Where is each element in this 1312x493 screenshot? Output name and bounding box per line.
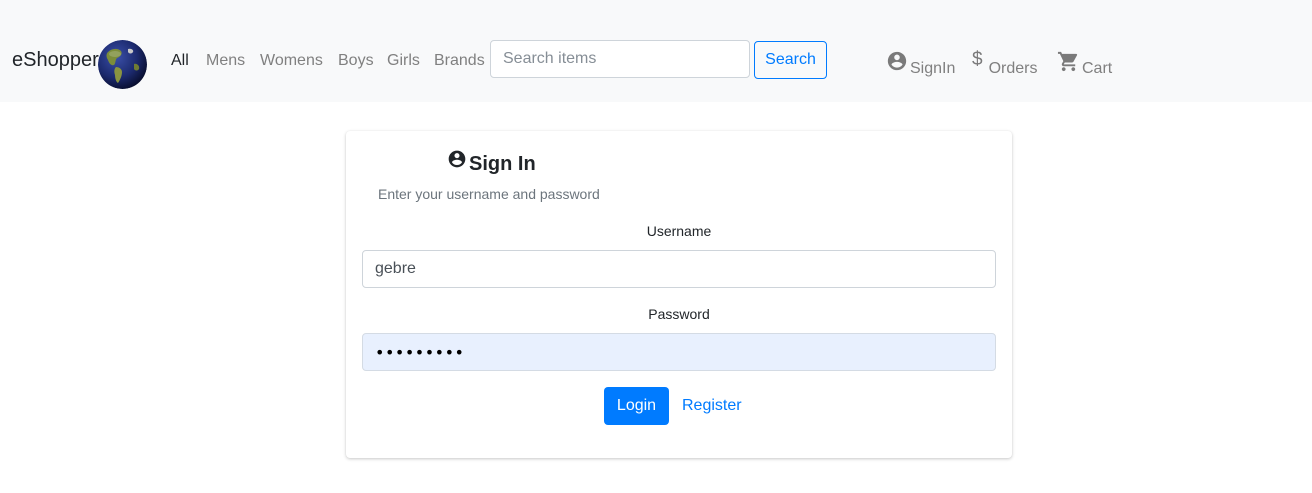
dollar-icon: $ [972,49,983,70]
username-label: Username [646,223,712,239]
signin-label: SignIn [910,60,956,77]
card-title: Sign In [469,153,536,175]
username-field[interactable] [362,250,996,288]
orders-link[interactable]: $ Orders [972,50,1037,78]
globe-logo-icon[interactable] [98,40,147,89]
nav-link-girls[interactable]: Girls [387,52,420,70]
signin-link[interactable]: SignIn [886,50,955,78]
user-circle-icon [447,149,467,174]
register-link[interactable]: Register [682,397,742,415]
cart-link[interactable]: Cart [1057,50,1112,78]
nav-link-mens[interactable]: Mens [206,52,245,70]
card-subtitle: Enter your username and password [378,186,600,202]
nav-link-boys[interactable]: Boys [338,52,374,70]
search-input[interactable] [490,40,750,78]
password-label: Password [648,306,710,322]
sign-in-card: Sign In Enter your username and password… [346,131,1012,458]
cart-label: Cart [1082,60,1113,77]
user-circle-icon [886,50,908,77]
nav-link-all[interactable]: All [171,52,189,70]
top-navbar: eShopper All Mens Womens Boys Girls Bran… [0,0,1312,102]
cart-icon [1057,50,1080,78]
brand-name[interactable]: eShopper [12,49,99,72]
password-field[interactable] [362,333,996,371]
nav-link-brands[interactable]: Brands [434,52,485,70]
orders-label: Orders [988,60,1038,77]
search-button[interactable]: Search [754,41,827,79]
nav-link-womens[interactable]: Womens [260,52,323,70]
login-button[interactable]: Login [604,387,669,425]
